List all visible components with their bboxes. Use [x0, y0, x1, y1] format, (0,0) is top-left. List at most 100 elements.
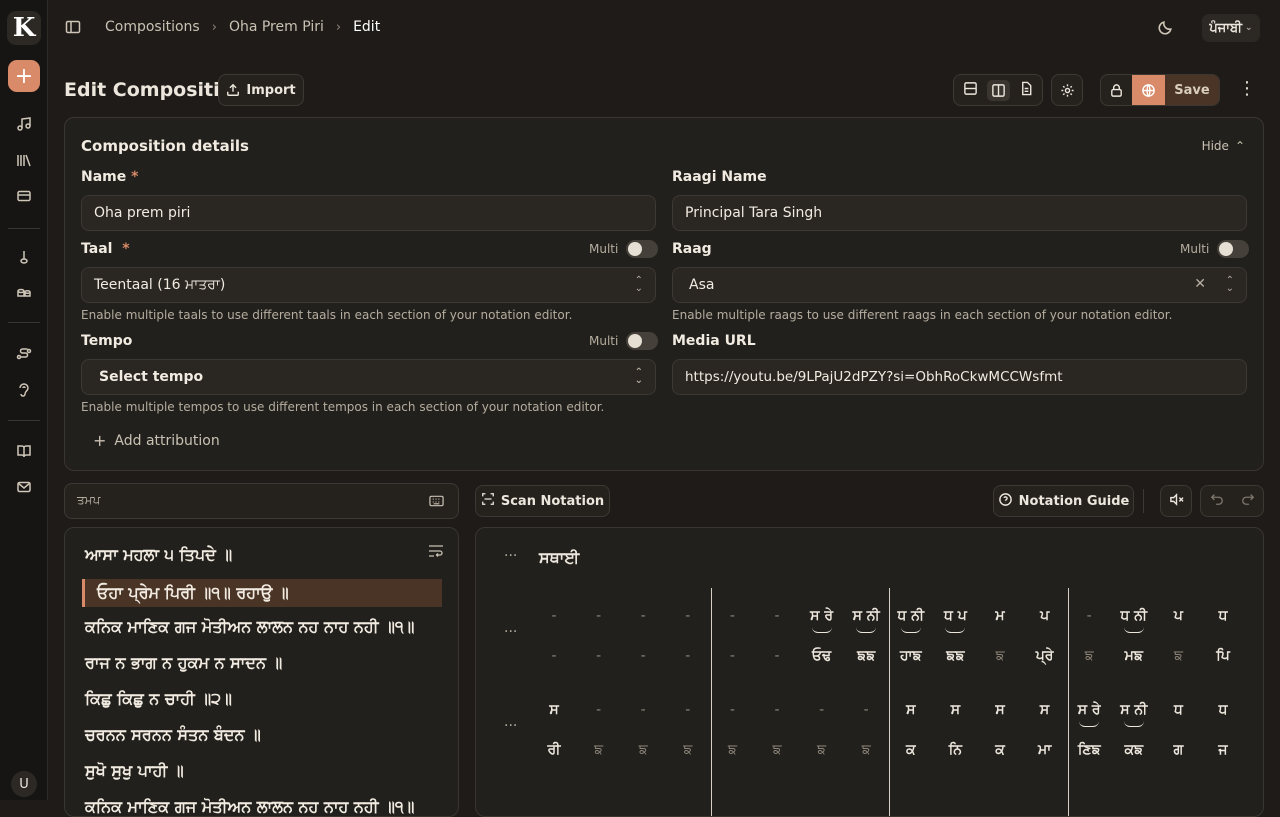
notation-cell[interactable]: ਙ	[846, 742, 886, 758]
lyric-line[interactable]: ਚਰਨਨ ਸਰਨਨ ਸੰਤਨ ਬੰਦਨ ॥	[85, 725, 261, 745]
notation-cell[interactable]: ਮਙ	[1114, 648, 1154, 664]
lyric-line[interactable]: ਕਨਿਕ ਮਾਣਿਕ ਗਜ ਮੋਤੀਅਨ ਲਾਲਨ ਨਹ ਨਾਹ ਨਹੀ ॥੧॥	[85, 617, 414, 637]
notation-cell[interactable]: ਙ	[757, 742, 797, 758]
language-select[interactable]: ਪੰਜਾਬੀ ⌄	[1202, 14, 1260, 42]
layout-rows-icon[interactable]	[963, 81, 978, 100]
notation-cell[interactable]: ਙ	[668, 742, 708, 758]
settings-button[interactable]	[1051, 74, 1083, 106]
notation-cell[interactable]: ਮ	[980, 608, 1020, 624]
name-input[interactable]: Oha prem piri	[81, 195, 656, 231]
notation-cell[interactable]: -	[712, 702, 752, 718]
notation-cell[interactable]: ਪ੍ਰੇ	[1025, 648, 1065, 664]
new-composition-button[interactable]: +	[8, 60, 40, 92]
notation-cell[interactable]: ਹਾਙ	[891, 648, 931, 664]
notation-cell[interactable]: ਙਙ	[935, 648, 975, 664]
row-menu-icon[interactable]: ···	[504, 718, 517, 734]
section-menu-icon[interactable]: ···	[504, 548, 517, 564]
notation-cell[interactable]: -	[668, 648, 708, 664]
sidebar-toggle-icon[interactable]	[65, 19, 83, 37]
notation-cell[interactable]: -	[1069, 608, 1109, 624]
sitar-icon[interactable]	[12, 245, 36, 269]
lyric-line[interactable]: ਕਨਿਕ ਮਾਣਿਕ ਗਜ ਮੋਤੀਅਨ ਲਾਲਨ ਨਹ ਨਾਹ ਨਹੀ ॥੧॥	[85, 797, 414, 817]
notation-cell[interactable]: ਙ	[712, 742, 752, 758]
notation-cell[interactable]: ਧ ਨੀ	[1114, 608, 1154, 624]
notation-cell[interactable]: -	[534, 608, 574, 624]
notation-cell[interactable]: -	[802, 702, 842, 718]
notation-cell[interactable]: ਙ	[579, 742, 619, 758]
scan-notation-button[interactable]: Scan Notation	[475, 485, 610, 517]
app-logo[interactable]: K	[7, 11, 41, 45]
notation-cell[interactable]: ਸ	[891, 702, 931, 718]
breadcrumb-compositions[interactable]: Compositions	[105, 19, 200, 35]
clear-icon[interactable]: ✕	[1194, 276, 1206, 292]
toggle-switch[interactable]	[626, 240, 659, 258]
card-icon[interactable]	[12, 184, 36, 208]
notation-cell[interactable]: ਰੀ	[534, 742, 574, 758]
notation-cell[interactable]: ਙ	[802, 742, 842, 758]
raag-multi-toggle[interactable]: Multi	[1180, 240, 1250, 258]
notation-cell[interactable]: ਧ	[1203, 702, 1243, 718]
notation-cell[interactable]: -	[579, 608, 619, 624]
notation-cell[interactable]: ਪ	[1025, 608, 1065, 624]
import-button[interactable]: Import	[218, 74, 304, 106]
notation-cell[interactable]: ਗ	[1158, 742, 1198, 758]
lyric-line[interactable]: ਰਾਜ ਨ ਭਾਗ ਨ ਹੁਕਮ ਨ ਸਾਦਨ ॥	[85, 653, 282, 673]
taal-multi-toggle[interactable]: Multi	[589, 240, 659, 258]
keyboard-icon[interactable]	[429, 494, 444, 512]
add-attribution-button[interactable]: + Add attribution	[93, 431, 220, 450]
lyric-line-selected[interactable]: ਓਹਾ ਪ੍ਰੇਮ ਪਿਰੀ ॥੧॥ ਰਹਾਉ ॥	[82, 579, 442, 607]
lyrics-editor[interactable]: ਆਸਾ ਮਹਲਾ ੫ ਤਿਪਦੇ ॥ ਓਹਾ ਪ੍ਰੇਮ ਪਿਰੀ ॥੧॥ ਰਹ…	[64, 527, 459, 817]
ear-icon[interactable]	[12, 378, 36, 402]
notation-cell[interactable]: ਙ	[623, 742, 663, 758]
notation-cell[interactable]: ਧ ਪ	[935, 608, 975, 624]
taal-select[interactable]: Teentaal (16 ਮਾਤਰਾ) ⌃ ⌄	[81, 267, 656, 303]
redo-icon[interactable]	[1241, 492, 1255, 510]
save-button[interactable]: Save	[1165, 75, 1219, 105]
tempo-select[interactable]: Select tempo ⌃ ⌄	[81, 359, 656, 395]
wrap-text-icon[interactable]	[428, 544, 444, 562]
notation-cell[interactable]: ਓਢ	[802, 648, 842, 664]
notation-cell[interactable]: ਪਿ	[1203, 648, 1243, 664]
raagi-input[interactable]: Principal Tara Singh	[672, 195, 1247, 231]
row-menu-icon[interactable]: ···	[504, 624, 517, 640]
notation-cell[interactable]: ਸ ਰੇ	[802, 608, 842, 624]
notation-cell[interactable]: -	[757, 648, 797, 664]
lyric-line[interactable]: ਕਿਛੁ ਕਿਛੁ ਨ ਚਾਹੀ ॥੨॥	[85, 689, 232, 709]
notation-cell[interactable]: ਧ ਨੀ	[891, 608, 931, 624]
media-url-input[interactable]: https://youtu.be/9LPajU2dPZY?si=ObhRoCkw…	[672, 359, 1247, 395]
notation-cell[interactable]: ਸ ਨੀ	[846, 608, 886, 624]
notation-cell[interactable]: ਨਿ	[935, 742, 975, 758]
more-menu-icon[interactable]: ⋮	[1238, 80, 1256, 98]
raag-select[interactable]: Asa ✕ ⌃ ⌄	[672, 267, 1247, 303]
notation-cell[interactable]: ਮਾ	[1025, 742, 1065, 758]
notation-cell[interactable]: -	[668, 702, 708, 718]
lyric-line[interactable]: ਆਸਾ ਮਹਲਾ ੫ ਤਿਪਦੇ ॥	[85, 545, 232, 565]
moon-icon[interactable]	[1157, 19, 1174, 40]
notation-cell[interactable]: -	[579, 702, 619, 718]
notation-cell[interactable]: ਙ	[1069, 648, 1109, 664]
notation-cell[interactable]: ਕ	[891, 742, 931, 758]
notation-cell[interactable]: ਙ	[980, 648, 1020, 664]
notation-cell[interactable]: ਸ	[534, 702, 574, 718]
notation-guide-button[interactable]: Notation Guide	[993, 485, 1134, 517]
notation-cell[interactable]: -	[623, 702, 663, 718]
notation-cell[interactable]: ਧ	[1158, 702, 1198, 718]
notation-cell[interactable]: ਸ ਨੀ	[1114, 702, 1154, 718]
lyrics-search-input[interactable]: ਤਮਪ	[64, 483, 459, 519]
notation-cell[interactable]: ਸ ਰੇ	[1069, 702, 1109, 718]
routes-icon[interactable]	[12, 342, 36, 366]
toggle-switch[interactable]	[626, 332, 659, 350]
mail-icon[interactable]	[12, 475, 36, 499]
globe-icon[interactable]	[1132, 75, 1165, 105]
notation-cell[interactable]: -	[757, 702, 797, 718]
notation-cell[interactable]: -	[712, 648, 752, 664]
notation-cell[interactable]: ਸ	[935, 702, 975, 718]
undo-icon[interactable]	[1210, 492, 1224, 510]
toggle-switch[interactable]	[1217, 240, 1250, 258]
notation-cell[interactable]: -	[846, 702, 886, 718]
music-note-icon[interactable]	[12, 112, 36, 136]
tabla-icon[interactable]	[12, 281, 36, 305]
layout-columns-icon[interactable]	[986, 79, 1010, 101]
user-avatar[interactable]: U	[11, 771, 37, 797]
notation-cell[interactable]: -	[757, 608, 797, 624]
